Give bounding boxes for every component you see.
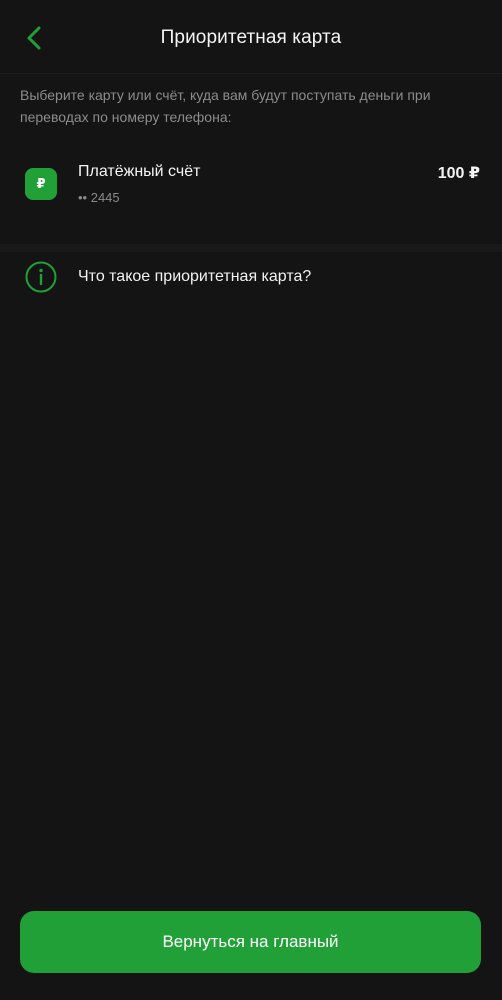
page-title: Приоритетная карта <box>160 27 342 48</box>
info-link-label[interactable]: Что такое приоритетная карта? <box>78 268 311 286</box>
account-name: Платёжный счёт <box>78 163 201 180</box>
ruble-account-icon: ₽ <box>25 168 57 200</box>
description-text: Выберите карту или счёт, куда вам будут … <box>20 87 431 125</box>
account-item[interactable] <box>0 150 502 242</box>
return-home-button[interactable]: Вернуться на главный <box>20 911 481 973</box>
info-circle-icon <box>25 261 57 293</box>
section-divider <box>0 244 502 252</box>
header: Приоритетная карта <box>0 0 502 74</box>
account-number: •• 2445 <box>78 190 120 205</box>
account-balance: 100 ₽ <box>437 165 480 182</box>
priority-card-screen: Приоритетная карта Выберите карту или сч… <box>0 0 502 1000</box>
